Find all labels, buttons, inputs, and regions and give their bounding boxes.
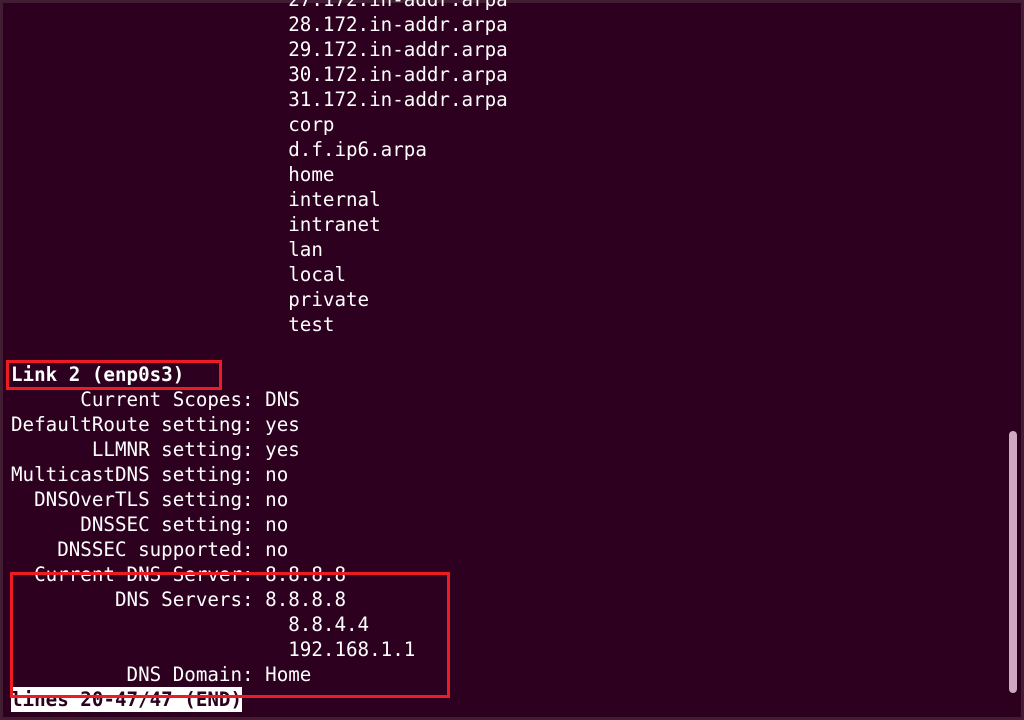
setting-row: 192.168.1.1 xyxy=(11,637,1021,662)
domain-list-item: 27.172.in-addr.arpa xyxy=(11,0,1021,12)
domain-list-item: 29.172.in-addr.arpa xyxy=(11,37,1021,62)
domain-list-item: 31.172.in-addr.arpa xyxy=(11,87,1021,112)
domain-list-item: corp xyxy=(11,112,1021,137)
setting-row: DNSSEC setting: no xyxy=(11,512,1021,537)
domain-list-item: test xyxy=(11,312,1021,337)
scrollbar-thumb[interactable] xyxy=(1009,431,1017,693)
link-header: Link 2 (enp0s3) xyxy=(11,362,1021,387)
domain-list-item: local xyxy=(11,262,1021,287)
setting-row: DNSOverTLS setting: no xyxy=(11,487,1021,512)
domain-list-item: internal xyxy=(11,187,1021,212)
domain-list-item: 30.172.in-addr.arpa xyxy=(11,62,1021,87)
domain-list-item: lan xyxy=(11,237,1021,262)
setting-row: Current DNS Server: 8.8.8.8 xyxy=(11,562,1021,587)
domain-list-item: intranet xyxy=(11,212,1021,237)
terminal-window: 27.172.in-addr.arpa 28.172.in-addr.arpa … xyxy=(0,0,1024,720)
setting-row: DefaultRoute setting: yes xyxy=(11,412,1021,437)
setting-row: DNS Servers: 8.8.8.8 xyxy=(11,587,1021,612)
domain-list-item: 28.172.in-addr.arpa xyxy=(11,12,1021,37)
pager-status-bar: lines 20-47/47 (END) xyxy=(11,687,1021,712)
setting-row: DNSSEC supported: no xyxy=(11,537,1021,562)
terminal-output[interactable]: 27.172.in-addr.arpa 28.172.in-addr.arpa … xyxy=(3,0,1021,712)
domain-list-item: home xyxy=(11,162,1021,187)
setting-row: 8.8.4.4 xyxy=(11,612,1021,637)
setting-row: LLMNR setting: yes xyxy=(11,437,1021,462)
domain-list-item: d.f.ip6.arpa xyxy=(11,137,1021,162)
setting-row: MulticastDNS setting: no xyxy=(11,462,1021,487)
setting-row: DNS Domain: Home xyxy=(11,662,1021,687)
domain-list-item: private xyxy=(11,287,1021,312)
setting-row: Current Scopes: DNS xyxy=(11,387,1021,412)
scrollbar-track[interactable] xyxy=(1006,7,1018,713)
